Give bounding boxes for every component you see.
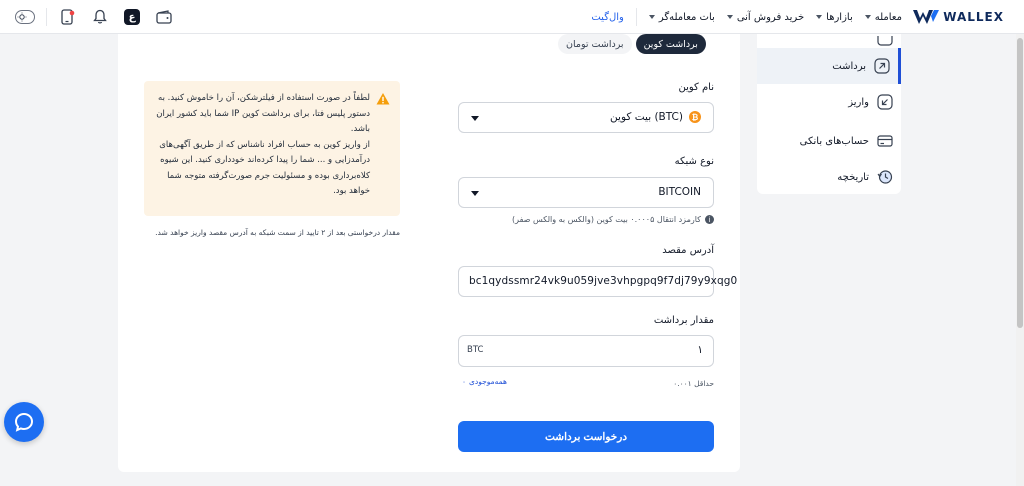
sidebar-item-bank-accounts[interactable]: حساب‌های بانکی: [757, 123, 901, 159]
nav-wallgate-label: وال‌گیت: [591, 11, 624, 23]
chevron-down-icon: [471, 191, 479, 196]
mobile-icon: [61, 9, 75, 25]
all-balance-link[interactable]: همه‌موجودی ۰: [462, 377, 507, 386]
bell-icon: [93, 9, 107, 24]
sidebar-item-label: حساب‌های بانکی: [799, 135, 869, 147]
wallex-logo-icon: [913, 10, 940, 24]
amount-unit: BTC: [467, 345, 484, 355]
chevron-down-icon: [864, 15, 871, 19]
nav-trade[interactable]: معامله: [864, 11, 902, 23]
network-select[interactable]: BITCOIN: [458, 177, 714, 208]
wallet-sidebar: برداشت واریز حساب‌های بانکی تاریخچه: [757, 34, 901, 194]
warning-text: لطفاً در صورت استفاده از فیلترشکن، آن را…: [156, 91, 370, 200]
theme-toggle[interactable]: [14, 6, 36, 28]
chevron-down-icon: [726, 15, 733, 19]
sidebar-item-withdraw[interactable]: برداشت: [757, 48, 901, 84]
warning-icon: [376, 93, 390, 105]
theme-switch-icon: [15, 10, 35, 24]
amount-value: ۱: [697, 344, 703, 356]
notifications-button[interactable]: [89, 6, 111, 28]
tab-coin-withdraw[interactable]: برداشت کوین: [635, 34, 706, 54]
nav-markets[interactable]: بازارها: [816, 12, 853, 23]
scrollbar-thumb[interactable]: [1017, 38, 1023, 328]
warning-line-scam: از واریز کوین به حساب افراد ناشناس که از…: [159, 139, 370, 197]
currency-badge: ع: [124, 9, 140, 25]
page-scrollbar[interactable]: [1016, 34, 1024, 486]
warning-line-vpn: لطفاً در صورت استفاده از فیلترشکن، آن را…: [156, 93, 370, 134]
chevron-down-icon: [471, 116, 479, 121]
withdraw-card: برداشت کوین برداشت تومان نام کوین ₿ بیت …: [118, 34, 740, 472]
address-value: bc1qydssmr24vk9u059jve3vhpgpq9f7dj79y9xq…: [469, 275, 738, 287]
chevron-down-icon: [816, 15, 823, 19]
tab-toman-withdraw[interactable]: برداشت تومان: [558, 34, 632, 54]
confirmation-note: مقدار درخواستی بعد از ۲ تایید از سمت شبک…: [155, 228, 400, 237]
fee-note: i کارمزد انتقال ۰.۰۰۰۵ بیت کوین (والکس ب…: [512, 215, 714, 224]
all-balance-value: ۰: [462, 377, 467, 386]
header-actions: ع: [14, 6, 175, 28]
sidebar-item-deposit[interactable]: واریز: [757, 84, 901, 120]
fee-note-text: کارمزد انتقال ۰.۰۰۰۵ بیت کوین (والکس به …: [512, 215, 701, 224]
withdraw-tabs: برداشت کوین برداشت تومان: [558, 34, 706, 54]
top-header: WALLEX معامله بازارها خرید فروش آنی بات …: [0, 0, 1024, 34]
wallet-icon: [156, 10, 172, 24]
chat-icon: [14, 412, 34, 432]
address-label: آدرس مقصد: [662, 245, 714, 256]
nav-divider: [635, 8, 637, 26]
support-chat-button[interactable]: [4, 402, 44, 442]
app-download-button[interactable]: [57, 6, 79, 28]
coin-name: بیت کوین (BTC): [610, 111, 683, 123]
network-value: BITCOIN: [658, 186, 701, 198]
address-input[interactable]: bc1qydssmr24vk9u059jve3vhpgpq9f7dj79y9xq…: [458, 266, 737, 297]
logo-text: WALLEX: [943, 10, 1004, 24]
info-icon: i: [705, 215, 714, 224]
sidebar-item-label: تاریخچه: [837, 171, 869, 183]
wallet-icon: [877, 36, 893, 46]
nav-bot-label: بات معامله‌گر: [658, 11, 715, 23]
coin-select[interactable]: ₿ بیت کوین (BTC): [458, 102, 714, 133]
arrow-down-left-icon: [877, 94, 893, 110]
bitcoin-icon: ₿: [689, 111, 701, 123]
sidebar-item-label: برداشت: [832, 60, 866, 72]
submit-withdraw-button[interactable]: درخواست برداشت: [458, 421, 714, 452]
nav-instant-label: خرید فروش آنی: [736, 11, 805, 23]
currency-toggle[interactable]: ع: [121, 6, 143, 28]
amount-label: مقدار برداشت: [653, 315, 714, 326]
sidebar-item-label: واریز: [848, 96, 869, 108]
nav-instant[interactable]: خرید فروش آنی: [726, 11, 805, 23]
nav-wallgate[interactable]: وال‌گیت: [591, 12, 623, 23]
amount-input[interactable]: BTC ۱: [458, 335, 714, 367]
card-icon: [877, 133, 893, 149]
wallet-button[interactable]: [153, 6, 175, 28]
nav-markets-label: بازارها: [826, 11, 853, 23]
history-icon: [877, 169, 893, 185]
wallex-logo[interactable]: WALLEX: [913, 9, 1004, 25]
min-amount: حداقل ۰.۰۰۱: [673, 379, 714, 388]
main-nav: معامله بازارها خرید فروش آنی بات معامله‌…: [591, 0, 902, 34]
warning-box: لطفاً در صورت استفاده از فیلترشکن، آن را…: [144, 81, 400, 216]
network-label: نوع شبکه: [674, 156, 714, 167]
sidebar-item-history[interactable]: تاریخچه: [757, 159, 901, 195]
nav-bot[interactable]: بات معامله‌گر: [648, 11, 715, 23]
chevron-down-icon: [648, 15, 655, 19]
coin-label: نام کوین: [678, 82, 714, 93]
arrow-up-right-icon: [874, 58, 890, 74]
coin-select-value: ₿ بیت کوین (BTC): [610, 111, 701, 123]
header-divider: [46, 8, 47, 26]
sidebar-top-cut: [757, 34, 901, 48]
all-balance-label: همه‌موجودی: [469, 377, 507, 386]
nav-trade-label: معامله: [874, 11, 902, 23]
